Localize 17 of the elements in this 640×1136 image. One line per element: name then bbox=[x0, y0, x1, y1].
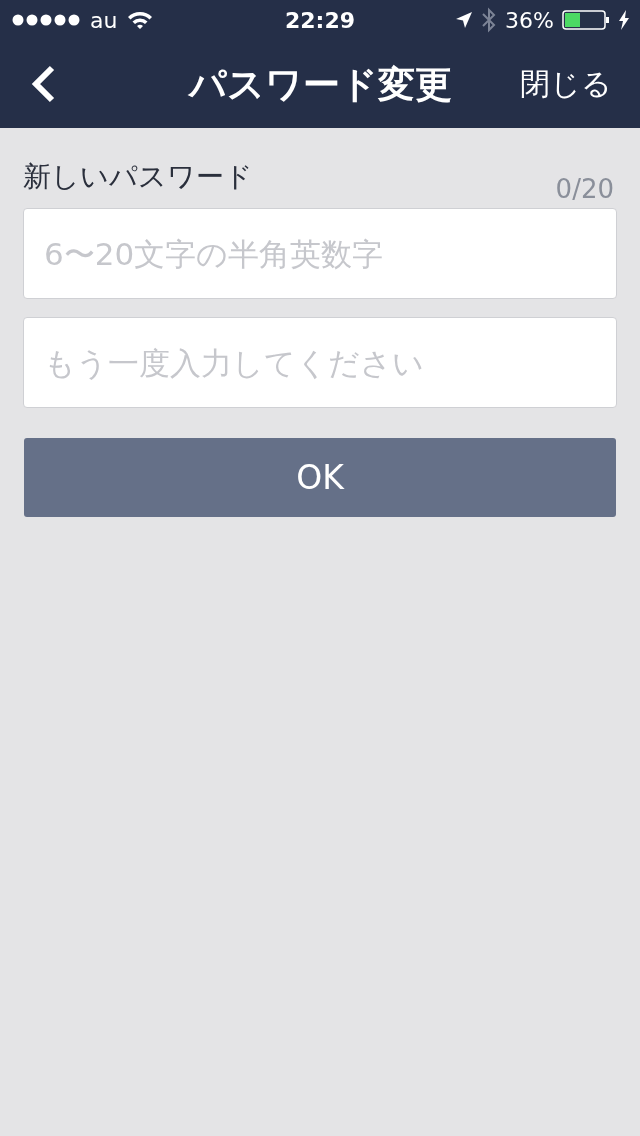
ok-button[interactable]: OK bbox=[24, 438, 616, 517]
password-field[interactable]: もう一度入力してください bbox=[23, 317, 617, 408]
field-label: 新しいパスワード bbox=[23, 159, 253, 195]
charging-bolt-icon bbox=[618, 10, 630, 30]
battery-percentage: 36% bbox=[505, 7, 554, 33]
signal-icon bbox=[12, 14, 80, 26]
character-counter: 0/20 bbox=[555, 174, 614, 204]
screen-title: パスワード変更 bbox=[188, 62, 452, 108]
wifi-icon bbox=[127, 10, 154, 30]
location-arrow-icon bbox=[455, 11, 474, 29]
close-button[interactable]: 閉じる bbox=[520, 63, 612, 105]
bluetooth-icon bbox=[481, 7, 498, 33]
password-field[interactable]: 6〜20文字の半角英数字 bbox=[23, 208, 617, 299]
battery-icon bbox=[562, 10, 610, 30]
back-button[interactable] bbox=[30, 65, 56, 103]
carrier-name: au bbox=[90, 7, 118, 33]
clock-time: 22:29 bbox=[285, 7, 355, 33]
